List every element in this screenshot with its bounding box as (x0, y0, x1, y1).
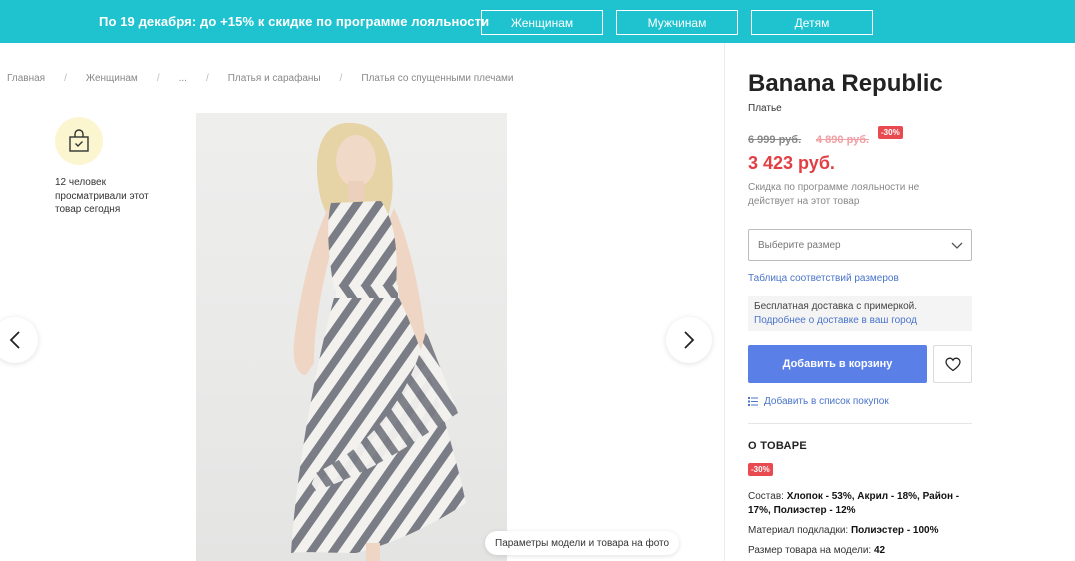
price-original: 6 999 руб. (748, 134, 802, 146)
composition-label: Состав: (748, 491, 784, 502)
discount-badge: -30% (878, 126, 903, 139)
list-icon (748, 397, 758, 406)
delivery-info: Бесплатная доставка с примеркой. Подробн… (748, 296, 972, 331)
model-size-value: 42 (873, 545, 886, 556)
heart-icon (944, 357, 961, 371)
shopping-bag-icon (55, 117, 103, 165)
chevron-left-icon (9, 331, 20, 349)
next-photo-button[interactable] (666, 317, 712, 363)
breadcrumb-women[interactable]: Женщинам (86, 73, 138, 84)
breadcrumb-separator: / (339, 72, 343, 84)
previous-photo-button[interactable] (0, 317, 38, 363)
size-select-placeholder: Выберите размер (758, 240, 841, 251)
breadcrumb-separator: / (156, 72, 160, 84)
promo-banner: По 19 декабря: до +15% к скидке по прогр… (0, 0, 1075, 43)
about-heading: О ТОВАРЕ (748, 440, 808, 452)
breadcrumb-ellipsis[interactable]: ... (179, 73, 187, 84)
promo-text: По 19 декабря: до +15% к скидке по прогр… (99, 14, 490, 29)
breadcrumb-separator: / (205, 72, 209, 84)
section-divider (748, 423, 972, 424)
chevron-down-icon (951, 242, 963, 249)
composition-spec: Состав: Хлопок - 53%, Акрил - 18%, Район… (748, 490, 972, 518)
price-discounted: 4 890 руб. (816, 134, 870, 146)
viewers-count-text: 12 человек просматривали этот товар сего… (55, 177, 149, 215)
model-size-spec: Размер товара на модели: 42 (748, 544, 972, 558)
product-category: Платье (748, 103, 782, 114)
about-discount-badge: -30% (748, 463, 773, 476)
model-size-label: Размер товара на модели: (748, 545, 872, 556)
product-photo[interactable] (196, 113, 507, 561)
nav-kids-button[interactable]: Детям (751, 10, 873, 35)
lining-value: Полиэстер - 100% (850, 525, 939, 536)
model-params-button[interactable]: Параметры модели и товара на фото (485, 531, 680, 555)
product-brand[interactable]: Banana Republic (748, 70, 943, 98)
price-final: 3 423 руб. (748, 153, 835, 173)
breadcrumb-separator: / (64, 72, 67, 84)
lining-spec: Материал подкладки: Полиэстер - 100% (748, 524, 972, 538)
nav-women-button[interactable]: Женщинам (481, 10, 603, 35)
size-table-link[interactable]: Таблица соответствий размеров (748, 273, 899, 284)
chevron-right-icon (684, 331, 695, 349)
delivery-text: Бесплатная доставка с примеркой. (754, 301, 917, 312)
size-select[interactable]: Выберите размер (748, 229, 972, 261)
breadcrumb-current: Платья со спущенными плечами (361, 72, 514, 84)
wishlist-button[interactable] (933, 345, 972, 383)
add-to-shopping-list[interactable]: Добавить в список покупок (748, 395, 889, 408)
loyalty-note: Скидка по программе лояльности не действ… (748, 182, 920, 207)
lining-label: Материал подкладки: (748, 525, 849, 536)
column-divider (724, 43, 725, 561)
delivery-details-link[interactable]: Подробнее о доставке в ваш город (754, 314, 966, 328)
add-to-cart-button[interactable]: Добавить в корзину (748, 345, 927, 383)
breadcrumb-dresses[interactable]: Платья и сарафаны (228, 73, 321, 84)
breadcrumb: Главная / Женщинам / ... / Платья и сара… (7, 71, 513, 85)
breadcrumb-home[interactable]: Главная (7, 73, 45, 84)
add-to-shopping-list-label: Добавить в список покупок (764, 396, 889, 407)
nav-men-button[interactable]: Мужчинам (616, 10, 738, 35)
